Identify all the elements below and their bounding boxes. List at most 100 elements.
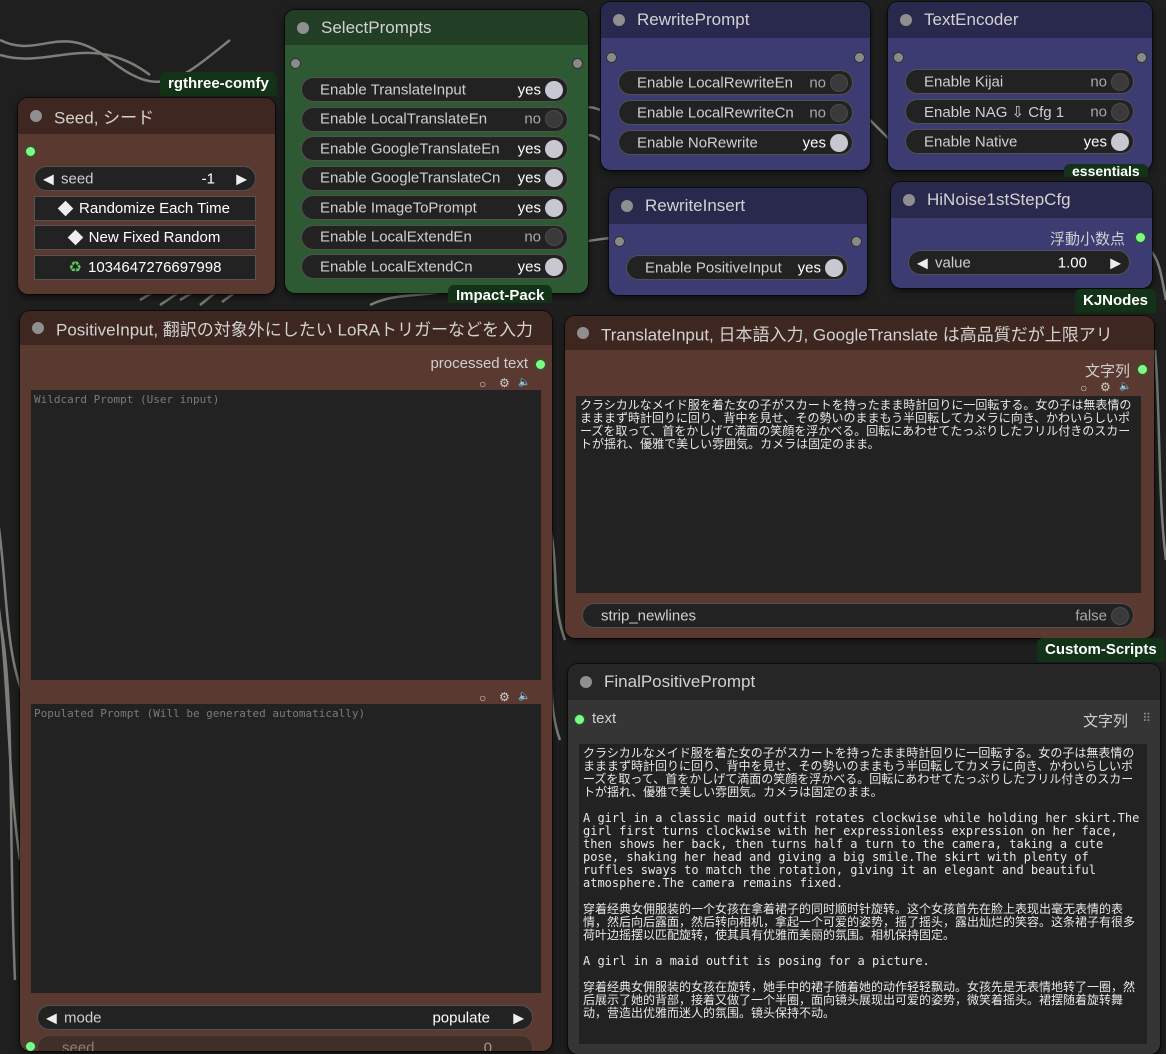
speaker-icon[interactable]: 🔈 xyxy=(518,691,530,702)
input-socket[interactable] xyxy=(606,52,617,63)
toggle-enable-localtranslateen[interactable]: Enable LocalTranslateEn no xyxy=(301,106,568,132)
wildcard-prompt-textarea[interactable]: Wildcard Prompt (User input) xyxy=(31,390,541,680)
decrement-arrow-icon[interactable]: ◀ xyxy=(43,170,54,187)
toggle-enable-imagetoprompt[interactable]: Enable ImageToPrompt yes xyxy=(301,195,568,220)
collapse-dot-icon[interactable] xyxy=(32,322,44,334)
gear-icon[interactable]: ⚙ xyxy=(499,376,510,390)
use-last-seed-button[interactable]: ♻ 1034647276697998 xyxy=(34,255,256,280)
decrement-arrow-icon[interactable]: ◀ xyxy=(917,254,928,271)
toggle-knob xyxy=(1111,132,1129,151)
collapse-dot-icon[interactable] xyxy=(30,110,42,122)
strip-newlines-toggle[interactable]: strip_newlines false xyxy=(582,603,1134,628)
toggle-enable-kijai[interactable]: Enable Kijai no xyxy=(905,69,1134,94)
new-fixed-random-button[interactable]: New Fixed Random xyxy=(34,225,256,250)
seed-output-socket[interactable] xyxy=(25,146,36,157)
speaker-icon[interactable]: 🔈 xyxy=(1119,381,1131,392)
output-socket[interactable] xyxy=(854,52,865,63)
toggle-enable-localrewritecn[interactable]: Enable LocalRewriteCn no xyxy=(618,100,853,125)
float-output-socket[interactable] xyxy=(1135,232,1146,243)
essentials-badge: essentials xyxy=(1064,164,1148,177)
hinoise-node[interactable]: HiNoise1stStepCfg 浮動小数点 ◀ value 1.00 ▶ xyxy=(891,182,1152,288)
speaker-icon[interactable]: 🔈 xyxy=(518,377,530,388)
circle-icon[interactable]: ○ xyxy=(1080,381,1087,395)
select-prompts-node[interactable]: SelectPrompts Enable TranslateInput yes En… xyxy=(285,10,588,293)
collapse-dot-icon[interactable] xyxy=(903,194,915,206)
recycle-icon: ♻ xyxy=(68,259,82,276)
collapse-dot-icon[interactable] xyxy=(900,14,912,26)
toggle-knob xyxy=(545,110,563,128)
translate-input-textarea[interactable]: クラシカルなメイド服を着た女の子がスカートを持ったまま時計回りに一回転する。女の… xyxy=(576,396,1141,593)
toggle-enable-norewrite[interactable]: Enable NoRewrite yes xyxy=(618,130,853,155)
input-socket[interactable] xyxy=(290,58,301,69)
final-prompt-title[interactable]: FinalPositivePrompt xyxy=(568,664,1160,700)
final-prompt-paragraph: 穿着经典女佣服装的一个女孩在拿着裙子的同时顺时针旋转。这个女孩首先在脸上表现出毫… xyxy=(583,902,1136,942)
text-encoder-title[interactable]: TextEncoder xyxy=(888,2,1152,38)
seed-widget[interactable]: ◀ seed -1 ▶ xyxy=(34,166,256,191)
kjnodes-badge: KJNodes xyxy=(1075,289,1157,313)
toggle-knob xyxy=(545,228,563,246)
toggle-enable-localrewriteen[interactable]: Enable LocalRewriteEn no xyxy=(618,70,853,95)
toggle-enable-positiveinput[interactable]: Enable PositiveInput yes xyxy=(626,255,848,280)
collapse-dot-icon[interactable] xyxy=(297,21,309,34)
final-prompt-paragraph: A girl in a classic maid outfit rotates … xyxy=(583,811,1140,890)
increment-arrow-icon[interactable]: ▶ xyxy=(236,170,247,187)
collapse-dot-icon[interactable] xyxy=(613,14,625,26)
circle-icon[interactable]: ○ xyxy=(479,377,486,391)
toggle-enable-googletranslatecn[interactable]: Enable GoogleTranslateCn yes xyxy=(301,165,568,191)
select-prompts-title[interactable]: SelectPrompts xyxy=(285,10,588,45)
final-prompt-paragraph: A girl in a maid outfit is posing for a … xyxy=(583,954,930,968)
toggle-enable-localextenden[interactable]: Enable LocalExtendEn no xyxy=(301,224,568,250)
text-encoder-node[interactable]: TextEncoder Enable Kijai no Enable NAG ⇩ C… xyxy=(888,2,1152,170)
rewrite-insert-node[interactable]: RewriteInsert Enable PositiveInput yes xyxy=(609,188,867,295)
translate-input-title[interactable]: TranslateInput, 日本語入力, GoogleTranslate は… xyxy=(565,316,1154,350)
value-widget[interactable]: ◀ value 1.00 ▶ xyxy=(908,250,1130,275)
translate-input-node[interactable]: TranslateInput, 日本語入力, GoogleTranslate は… xyxy=(565,316,1154,638)
final-prompt-paragraph: クラシカルなメイド服を着た女の子がスカートを持ったまま時計回りに一回転する。女の… xyxy=(583,746,1135,799)
toggle-enable-native[interactable]: Enable Native yes xyxy=(905,129,1134,154)
seed-input-socket[interactable] xyxy=(25,1041,36,1051)
toggle-enable-localextendcn[interactable]: Enable LocalExtendCn yes xyxy=(301,254,568,279)
rewrite-prompt-title[interactable]: RewritePrompt xyxy=(601,2,870,38)
toggle-knob xyxy=(1111,606,1129,625)
grid-icon[interactable]: ⠿ xyxy=(1142,711,1151,725)
output-socket[interactable] xyxy=(851,236,862,247)
toggle-knob xyxy=(825,258,843,277)
string-output-socket[interactable] xyxy=(1137,364,1148,375)
toggle-knob xyxy=(830,103,848,122)
previous-arrow-icon[interactable]: ◀ xyxy=(46,1009,57,1026)
toggle-knob xyxy=(545,80,563,99)
rewrite-prompt-node[interactable]: RewritePrompt Enable LocalRewriteEn no Ena… xyxy=(601,2,870,170)
final-positive-prompt-node[interactable]: FinalPositivePrompt text 文字列 ⠿ クラシカルなメイド… xyxy=(568,664,1160,1054)
toggle-knob xyxy=(830,73,848,92)
mode-selector[interactable]: ◀ mode populate ▶ xyxy=(37,1005,533,1030)
toggle-knob xyxy=(545,257,563,276)
collapse-dot-icon[interactable] xyxy=(621,200,633,212)
gear-icon[interactable]: ⚙ xyxy=(1100,380,1111,394)
dice-icon xyxy=(57,200,74,217)
output-socket[interactable] xyxy=(572,58,583,69)
toggle-enable-googletranslateen[interactable]: Enable GoogleTranslateEn yes xyxy=(301,136,568,161)
toggle-enable-translateinput[interactable]: Enable TranslateInput yes xyxy=(301,77,568,102)
rewrite-insert-title[interactable]: RewriteInsert xyxy=(609,188,867,224)
seed-node-title[interactable]: Seed, シード xyxy=(18,98,275,134)
output-socket[interactable] xyxy=(1136,52,1147,63)
positive-input-title[interactable]: PositiveInput, 翻訳の対象外にしたい LoRAトリガーなどを入力 xyxy=(20,311,552,345)
collapse-dot-icon[interactable] xyxy=(580,676,592,688)
processed-text-output-socket[interactable] xyxy=(535,359,546,370)
increment-arrow-icon[interactable]: ▶ xyxy=(1110,254,1121,271)
input-socket[interactable] xyxy=(893,52,904,63)
seed-node[interactable]: Seed, シード ◀ seed -1 ▶ Randomize Each Tim… xyxy=(18,98,275,294)
collapse-dot-icon[interactable] xyxy=(577,327,589,339)
input-socket[interactable] xyxy=(614,236,625,247)
text-input-socket[interactable] xyxy=(574,714,585,725)
randomize-each-time-button[interactable]: Randomize Each Time xyxy=(34,196,256,221)
toggle-knob xyxy=(545,198,563,217)
hinoise-title[interactable]: HiNoise1stStepCfg xyxy=(891,182,1152,218)
next-arrow-icon[interactable]: ▶ xyxy=(513,1009,524,1026)
positive-input-node[interactable]: PositiveInput, 翻訳の対象外にしたい LoRAトリガーなどを入力 … xyxy=(20,311,552,1051)
gear-icon[interactable]: ⚙ xyxy=(499,690,510,704)
final-prompt-paragraph: 穿着经典女佣服装的女孩在旋转，她手中的裙子随着她的动作轻轻飘动。女孩先是无表情地… xyxy=(583,980,1136,1020)
toggle-enable-nag-cfg-1[interactable]: Enable NAG ⇩ Cfg 1 no xyxy=(905,99,1134,124)
populated-prompt-textarea[interactable]: Populated Prompt (Will be generated auto… xyxy=(31,704,541,993)
circle-icon[interactable]: ○ xyxy=(479,691,486,705)
